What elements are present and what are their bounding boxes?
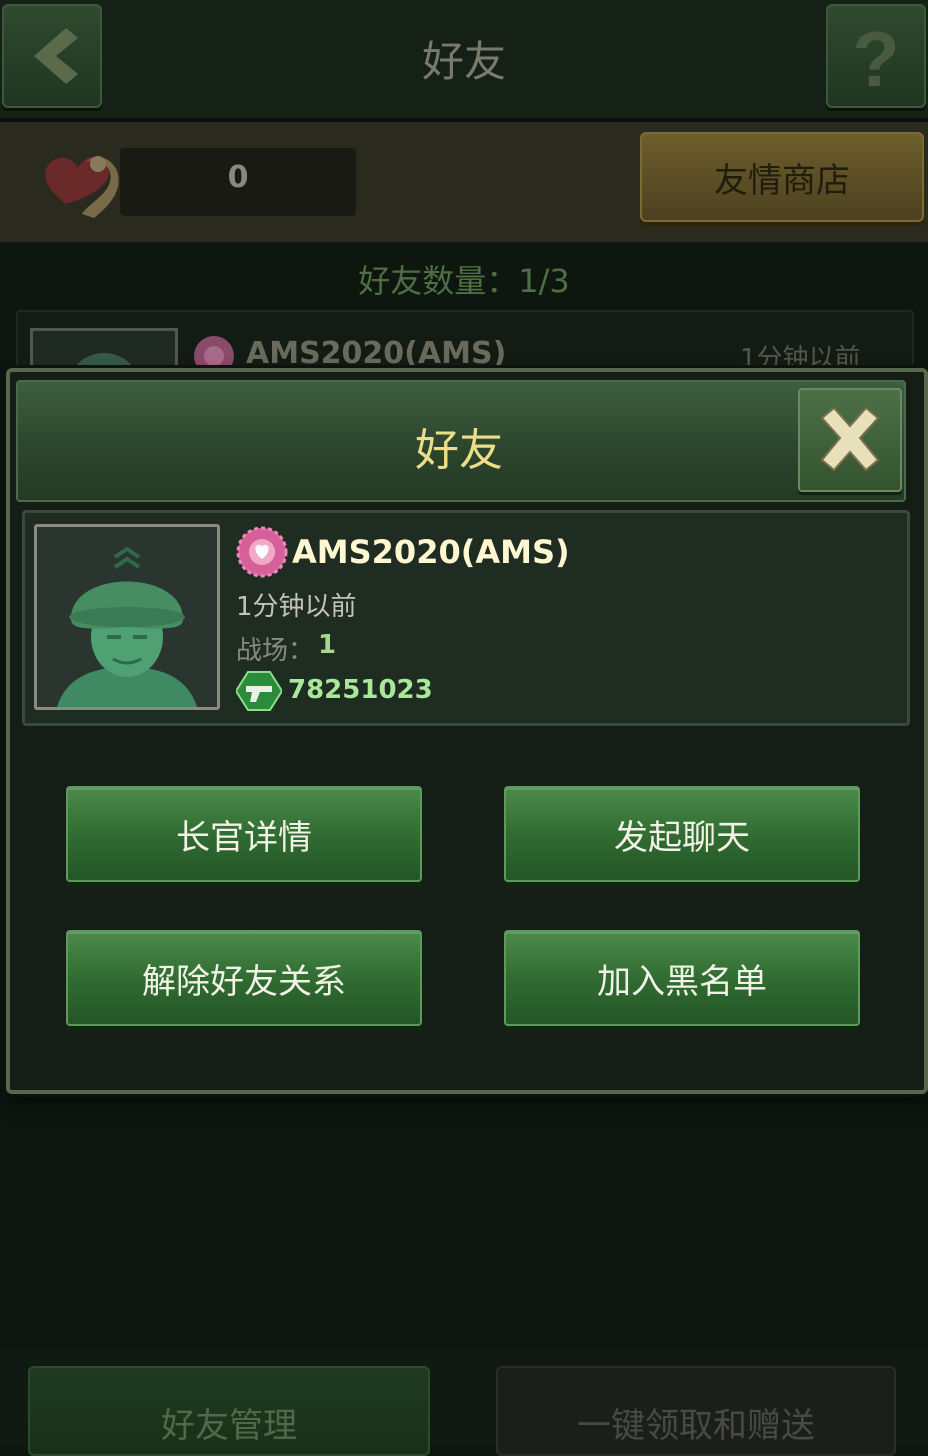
commander-details-button[interactable]: 长官详情 xyxy=(66,786,422,882)
gun-id-icon xyxy=(234,670,284,712)
player-name: AMS2020(AMS) xyxy=(292,533,570,571)
player-last-seen: 1分钟以前 xyxy=(236,592,357,622)
unfriend-button[interactable]: 解除好友关系 xyxy=(66,930,422,1026)
help-button[interactable]: ? xyxy=(826,4,926,108)
friend-name: AMS2020(AMS) xyxy=(246,336,507,371)
modal-title: 好友 xyxy=(415,425,503,476)
friendship-shop-button[interactable]: 友情商店 xyxy=(640,132,924,222)
player-id: 78251023 xyxy=(288,675,433,705)
friendship-heart-icon xyxy=(36,142,126,222)
start-chat-button[interactable]: 发起聊天 xyxy=(504,786,860,882)
player-avatar[interactable] xyxy=(34,524,220,710)
collect-and-send-button[interactable]: 一键领取和赠送 xyxy=(496,1366,896,1456)
close-button[interactable] xyxy=(798,388,902,492)
balance-value: 0 xyxy=(227,160,249,195)
friend-manage-button[interactable]: 好友管理 xyxy=(28,1366,430,1456)
close-x-icon xyxy=(820,406,880,472)
page-title: 好友 xyxy=(421,37,506,86)
question-icon: ? xyxy=(852,15,900,103)
add-to-blacklist-button[interactable]: 加入黑名单 xyxy=(504,930,860,1026)
battlefield-label: 战场： xyxy=(236,636,315,666)
svg-text:?: ? xyxy=(852,15,900,103)
friend-count-label: 好友数量：1/3 xyxy=(358,262,570,300)
battlefield-value: 1 xyxy=(318,630,337,660)
heart-badge-icon xyxy=(190,332,238,376)
heart-badge-icon xyxy=(236,526,288,578)
